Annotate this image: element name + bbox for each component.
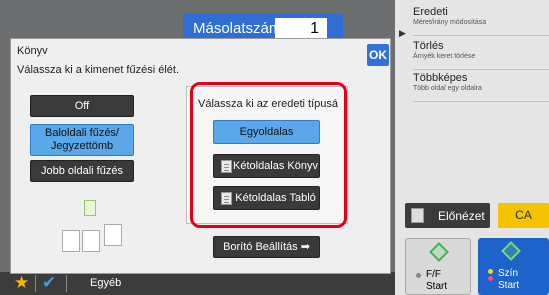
preview-icon bbox=[411, 208, 424, 223]
highlight-frame bbox=[190, 82, 347, 228]
preview-label: Előnézet bbox=[438, 209, 485, 223]
dot-icon bbox=[488, 276, 493, 281]
rp-item-subtitle: Több oldal egy oldalra bbox=[413, 85, 482, 92]
page-icon bbox=[82, 230, 100, 252]
rp-item-title: Többképes bbox=[413, 72, 468, 84]
dialog-instruction: Válassza ki a kimenet fűzési élét. bbox=[17, 64, 180, 76]
rp-item-original[interactable]: Eredeti Méret/irány módosítása bbox=[413, 6, 549, 36]
divider bbox=[66, 275, 67, 292]
divider bbox=[35, 275, 36, 292]
color-start-button[interactable]: Szín Start bbox=[478, 238, 549, 295]
bw-start-button[interactable]: F/F Start bbox=[405, 238, 471, 295]
document-stack-icon bbox=[84, 200, 96, 216]
rp-item-title: Eredeti bbox=[413, 6, 448, 18]
start-diamond-icon bbox=[501, 241, 521, 261]
preview-button[interactable]: Előnézet bbox=[405, 203, 490, 228]
clear-all-button[interactable]: CA bbox=[498, 203, 549, 228]
copy-count-label: Másolatszám bbox=[193, 20, 282, 37]
arrow-right-icon: ➡ bbox=[300, 241, 310, 253]
binding-illustration bbox=[60, 200, 130, 260]
color-start-line2: Start bbox=[498, 280, 520, 291]
rp-item-title: Törlés bbox=[413, 40, 444, 52]
dot-icon bbox=[416, 273, 421, 278]
dot-icon bbox=[488, 269, 493, 274]
star-icon[interactable]: ★ bbox=[14, 273, 29, 293]
dialog-title: Könyv bbox=[17, 45, 48, 57]
binding-off-button[interactable]: Off bbox=[30, 95, 134, 117]
ok-button[interactable]: OK bbox=[367, 44, 389, 66]
copy-count-field[interactable]: 1 bbox=[275, 18, 327, 40]
rp-item-subtitle: Méret/irány módosítása bbox=[413, 19, 487, 26]
color-start-line1: Szín bbox=[498, 268, 519, 279]
rp-item-subtitle: Árnyék keret törlése bbox=[413, 53, 476, 60]
arrow-right-icon[interactable]: ▶ bbox=[399, 28, 406, 39]
cover-settings-label: Borító Beállítás bbox=[223, 241, 298, 253]
rp-item-erase[interactable]: Törlés Árnyék keret törlése bbox=[413, 40, 549, 70]
page-icon bbox=[62, 230, 80, 252]
cover-settings-button[interactable]: Borító Beállítás ➡ bbox=[213, 236, 320, 258]
bw-start-line1: F/F bbox=[426, 269, 441, 280]
bottom-toolbar: ★ ✔ Egyéb bbox=[0, 272, 395, 295]
other-button[interactable]: Egyéb bbox=[90, 277, 121, 289]
binding-left-button[interactable]: Baloldali fűzés/ Jegyzettömb bbox=[30, 124, 134, 156]
check-icon[interactable]: ✔ bbox=[42, 273, 56, 293]
page-icon bbox=[104, 224, 122, 246]
rp-item-multi-image[interactable]: Többképes Több oldal egy oldalra bbox=[413, 72, 549, 102]
start-diamond-icon bbox=[429, 242, 449, 262]
binding-right-button[interactable]: Jobb oldali fűzés bbox=[30, 160, 134, 182]
bw-start-line2: Start bbox=[426, 281, 448, 292]
